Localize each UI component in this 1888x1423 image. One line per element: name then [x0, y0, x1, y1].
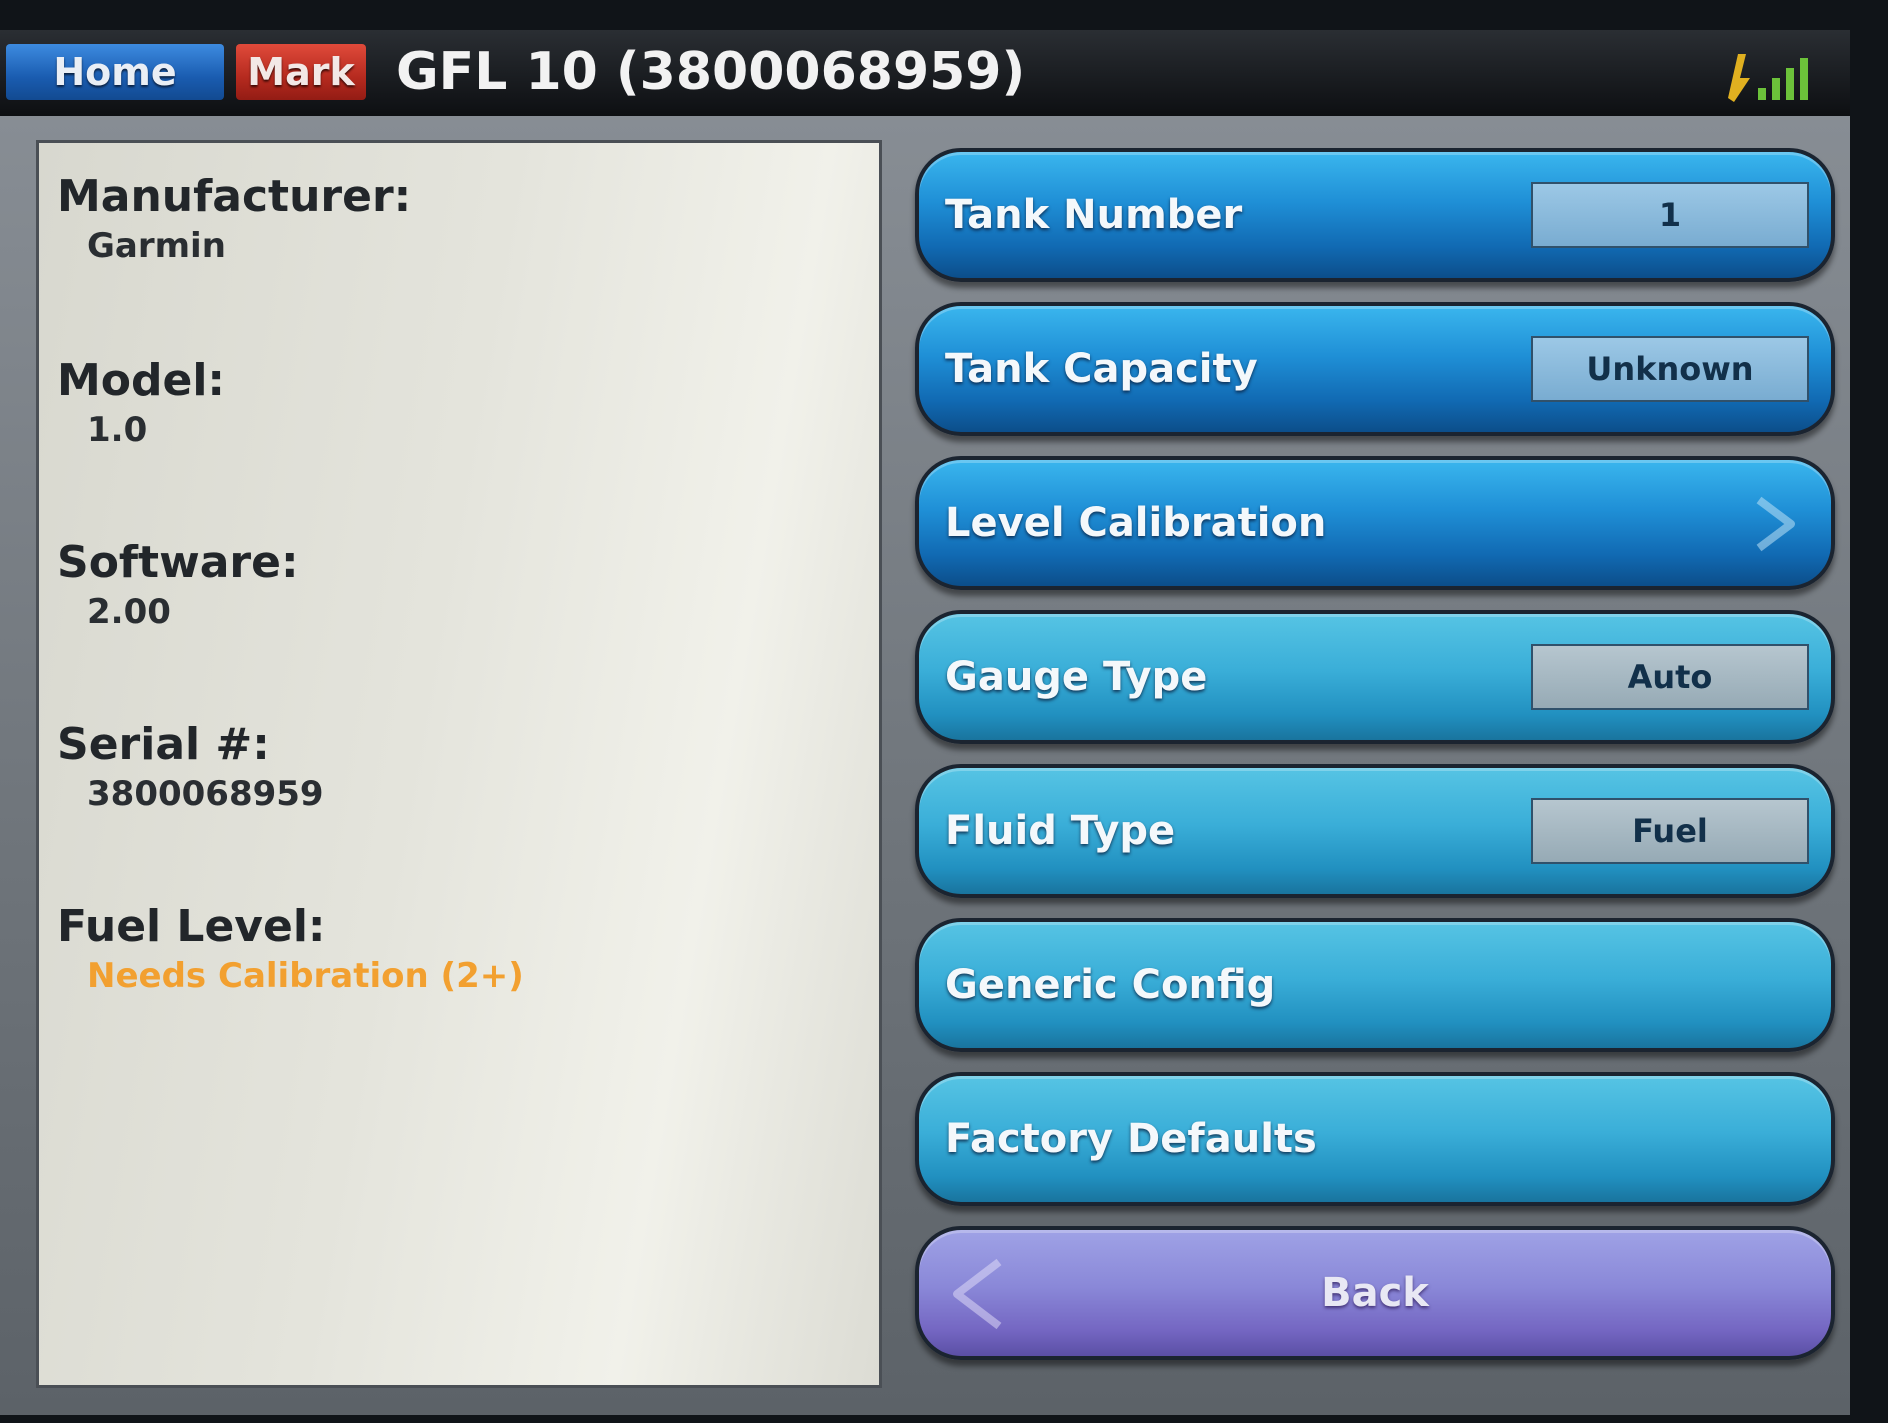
model-block: Model: 1.0	[57, 355, 225, 453]
fluid-type-value: Fuel	[1531, 798, 1809, 864]
gauge-type-label: Gauge Type	[945, 654, 1208, 700]
tank-capacity-button[interactable]: Tank Capacity Unknown	[915, 302, 1835, 436]
tank-number-value: 1	[1531, 182, 1809, 248]
generic-config-button[interactable]: Generic Config	[915, 918, 1835, 1052]
generic-config-label: Generic Config	[945, 962, 1276, 1008]
fuel-level-status: Needs Calibration (2+)	[87, 956, 524, 996]
page-title: GFL 10 (3800068959)	[396, 42, 1026, 102]
mark-button[interactable]: Mark	[236, 44, 366, 100]
fluid-type-label: Fluid Type	[945, 808, 1176, 854]
factory-defaults-button[interactable]: Factory Defaults	[915, 1072, 1835, 1206]
manufacturer-label: Manufacturer:	[57, 171, 412, 222]
fuel-level-block: Fuel Level: Needs Calibration (2+)	[57, 901, 524, 999]
software-label: Software:	[57, 537, 299, 588]
serial-block: Serial #: 3800068959	[57, 719, 324, 817]
back-button[interactable]: Back	[915, 1226, 1835, 1360]
serial-value: 3800068959	[87, 774, 324, 814]
manufacturer-block: Manufacturer: Garmin	[57, 171, 411, 269]
tank-number-label: Tank Number	[945, 192, 1243, 238]
home-button[interactable]: Home	[6, 44, 224, 100]
fluid-type-button[interactable]: Fluid Type Fuel	[915, 764, 1835, 898]
software-value: 2.00	[87, 592, 171, 632]
serial-label: Serial #:	[57, 719, 270, 770]
tank-number-button[interactable]: Tank Number 1	[915, 148, 1835, 282]
model-label: Model:	[57, 355, 226, 406]
back-label: Back	[1321, 1270, 1429, 1316]
device-screen: Home Mark GFL 10 (3800068959) Manufactur…	[0, 30, 1850, 1415]
tank-capacity-value: Unknown	[1531, 336, 1809, 402]
fuel-level-label: Fuel Level:	[57, 901, 326, 952]
gauge-type-value: Auto	[1531, 644, 1809, 710]
manufacturer-value: Garmin	[87, 226, 226, 266]
software-block: Software: 2.00	[57, 537, 299, 635]
model-value: 1.0	[87, 410, 148, 450]
signal-strength-icon	[1728, 54, 1808, 102]
gauge-type-button[interactable]: Gauge Type Auto	[915, 610, 1835, 744]
level-calibration-label: Level Calibration	[945, 500, 1327, 546]
device-info-panel: Manufacturer: Garmin Model: 1.0 Software…	[36, 140, 882, 1388]
tank-capacity-label: Tank Capacity	[945, 346, 1258, 392]
chevron-right-icon	[1756, 496, 1795, 552]
top-bar: Home Mark GFL 10 (3800068959)	[0, 30, 1850, 116]
level-calibration-button[interactable]: Level Calibration	[915, 456, 1835, 590]
factory-defaults-label: Factory Defaults	[945, 1116, 1317, 1162]
